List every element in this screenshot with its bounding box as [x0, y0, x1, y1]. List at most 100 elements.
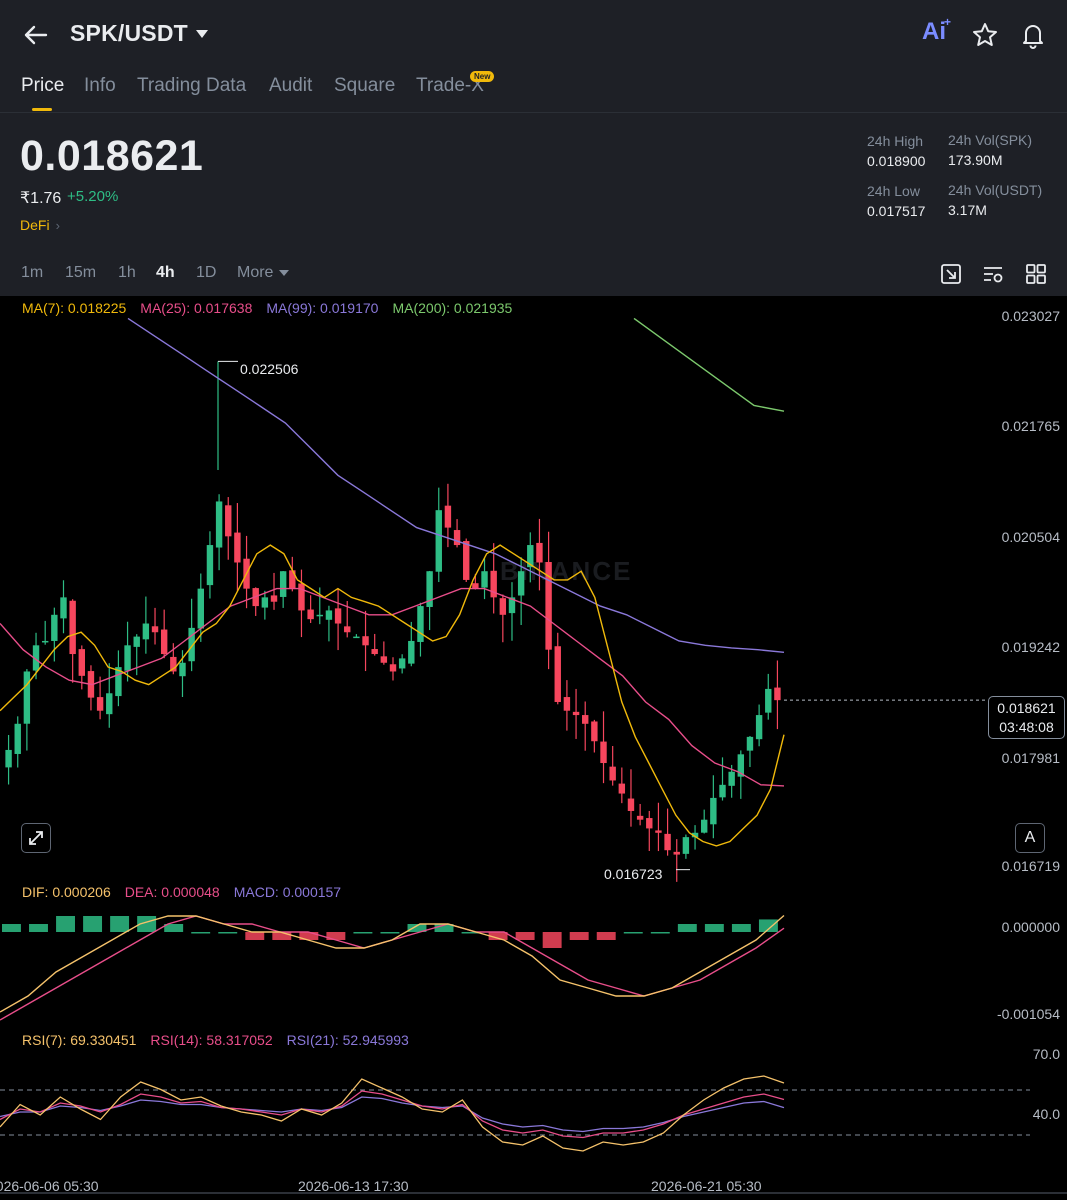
macd-histogram-bar: [83, 916, 103, 932]
macd-histogram-bar: [29, 924, 48, 932]
candle-body: [316, 614, 323, 617]
candle-body: [160, 629, 168, 655]
macd-histogram-bar: [677, 924, 697, 932]
candle-body: [765, 688, 772, 713]
macd-histogram-bar: [353, 932, 373, 934]
rsi7-line: [0, 1075, 785, 1152]
expand-icon: [29, 831, 43, 845]
macd-histogram-bar: [542, 932, 562, 948]
date-axis-label: 2026-06-06 05:30: [0, 1178, 99, 1194]
candle-body: [279, 571, 287, 597]
candle-body: [197, 588, 204, 629]
ma99-line: [127, 317, 785, 653]
macd-histogram-bar: [515, 932, 535, 940]
rsi-legend: RSI(7): 69.330451 RSI(14): 58.317052 RSI(2…: [22, 1032, 423, 1048]
high-annotation: 0.022506: [240, 361, 299, 377]
low-annotation: 0.016723: [604, 866, 663, 882]
candle-body: [362, 636, 369, 646]
candle-body: [710, 797, 717, 825]
candle-body: [151, 626, 159, 633]
candle-body: [51, 614, 58, 641]
macd-axis-label: 0.000000: [1001, 919, 1060, 935]
candle-body: [69, 600, 76, 655]
macd-histogram-bar: [2, 924, 21, 932]
candle-body: [408, 640, 415, 664]
date-axis-label: 2026-06-13 17:30: [298, 1178, 409, 1194]
rsi-axis-label: 70.0: [1032, 1046, 1060, 1062]
macd-histogram-bar: [380, 932, 400, 934]
candle-body: [554, 646, 561, 702]
legend-item: MA(7): 0.018225: [22, 300, 127, 316]
legend-item: MA(25): 0.017638: [140, 300, 253, 316]
candle-body: [225, 505, 232, 537]
candle-body: [609, 766, 616, 781]
candle-body: [453, 530, 461, 546]
ma-legend: MA(7): 0.018225 MA(25): 0.017638 MA(99): 0…: [22, 300, 526, 316]
candle-body: [234, 532, 241, 563]
candle-body: [270, 595, 278, 602]
candle-body: [133, 636, 140, 647]
candle-countdown: 03:48:08: [999, 719, 1054, 735]
candle-body: [600, 741, 607, 764]
candle-body: [417, 606, 424, 642]
candle-body: [5, 749, 12, 768]
candle-body: [499, 598, 507, 615]
candle-body: [536, 542, 543, 563]
candle-body: [444, 505, 452, 528]
candle-body: [179, 662, 186, 677]
candle-body: [380, 656, 388, 663]
candle-body: [673, 851, 680, 855]
legend-item: DEA: 0.000048: [124, 884, 220, 900]
candle-body: [435, 510, 442, 572]
candle-body: [463, 541, 470, 580]
candlestick-chart[interactable]: [0, 0, 1067, 1200]
candle-body: [389, 664, 397, 672]
macd-histogram-bar: [596, 932, 616, 940]
macd-histogram-bar: [758, 919, 778, 932]
auto-scale-button[interactable]: A: [1015, 823, 1045, 853]
candle-body: [398, 658, 406, 669]
candle-body: [591, 721, 598, 742]
price-axis-label: 0.021765: [1001, 418, 1060, 434]
candle-body: [517, 571, 525, 596]
macd-histogram-bar: [218, 932, 238, 934]
candle-body: [728, 771, 735, 786]
candle-body: [60, 597, 67, 619]
candle-body: [774, 687, 781, 701]
candle-body: [563, 697, 571, 711]
candle-body: [627, 798, 635, 811]
macd-legend: DIF: 0.000206 DEA: 0.000048 MACD: 0.000157: [22, 884, 355, 900]
macd-histogram-bar: [569, 932, 589, 940]
macd-histogram-bar: [704, 924, 724, 932]
candle-body: [646, 818, 653, 829]
date-axis-label: 2026-06-21 05:30: [651, 1178, 762, 1194]
candle-body: [719, 784, 726, 798]
candle-body: [124, 645, 131, 671]
legend-item: RSI(21): 52.945993: [286, 1032, 409, 1048]
candle-body: [14, 723, 21, 754]
candle-body: [206, 545, 214, 586]
candle-body: [41, 640, 49, 643]
candle-body: [298, 583, 305, 611]
candle-body: [472, 583, 479, 589]
legend-item: RSI(7): 69.330451: [22, 1032, 137, 1048]
legend-item: DIF: 0.000206: [22, 884, 111, 900]
candle-body: [371, 649, 378, 655]
price-axis-label: 0.016719: [1001, 858, 1060, 874]
rsi21-line: [0, 1096, 785, 1133]
price-axis-label: 0.023027: [1001, 308, 1060, 324]
candle-body: [106, 693, 113, 715]
candle-body: [572, 711, 580, 716]
macd-histogram-bar: [110, 916, 130, 932]
candle-body: [636, 815, 644, 820]
candle-body: [261, 597, 269, 608]
macd-histogram-bar: [623, 932, 643, 934]
macd-histogram-bar: [191, 932, 211, 934]
macd-histogram-bar: [731, 924, 751, 932]
candle-body: [96, 697, 104, 711]
candle-body: [682, 837, 690, 854]
expand-chart-button[interactable]: [21, 823, 51, 853]
candle-body: [655, 830, 662, 833]
macd-histogram-bar: [650, 932, 670, 934]
candle-body: [582, 715, 589, 724]
